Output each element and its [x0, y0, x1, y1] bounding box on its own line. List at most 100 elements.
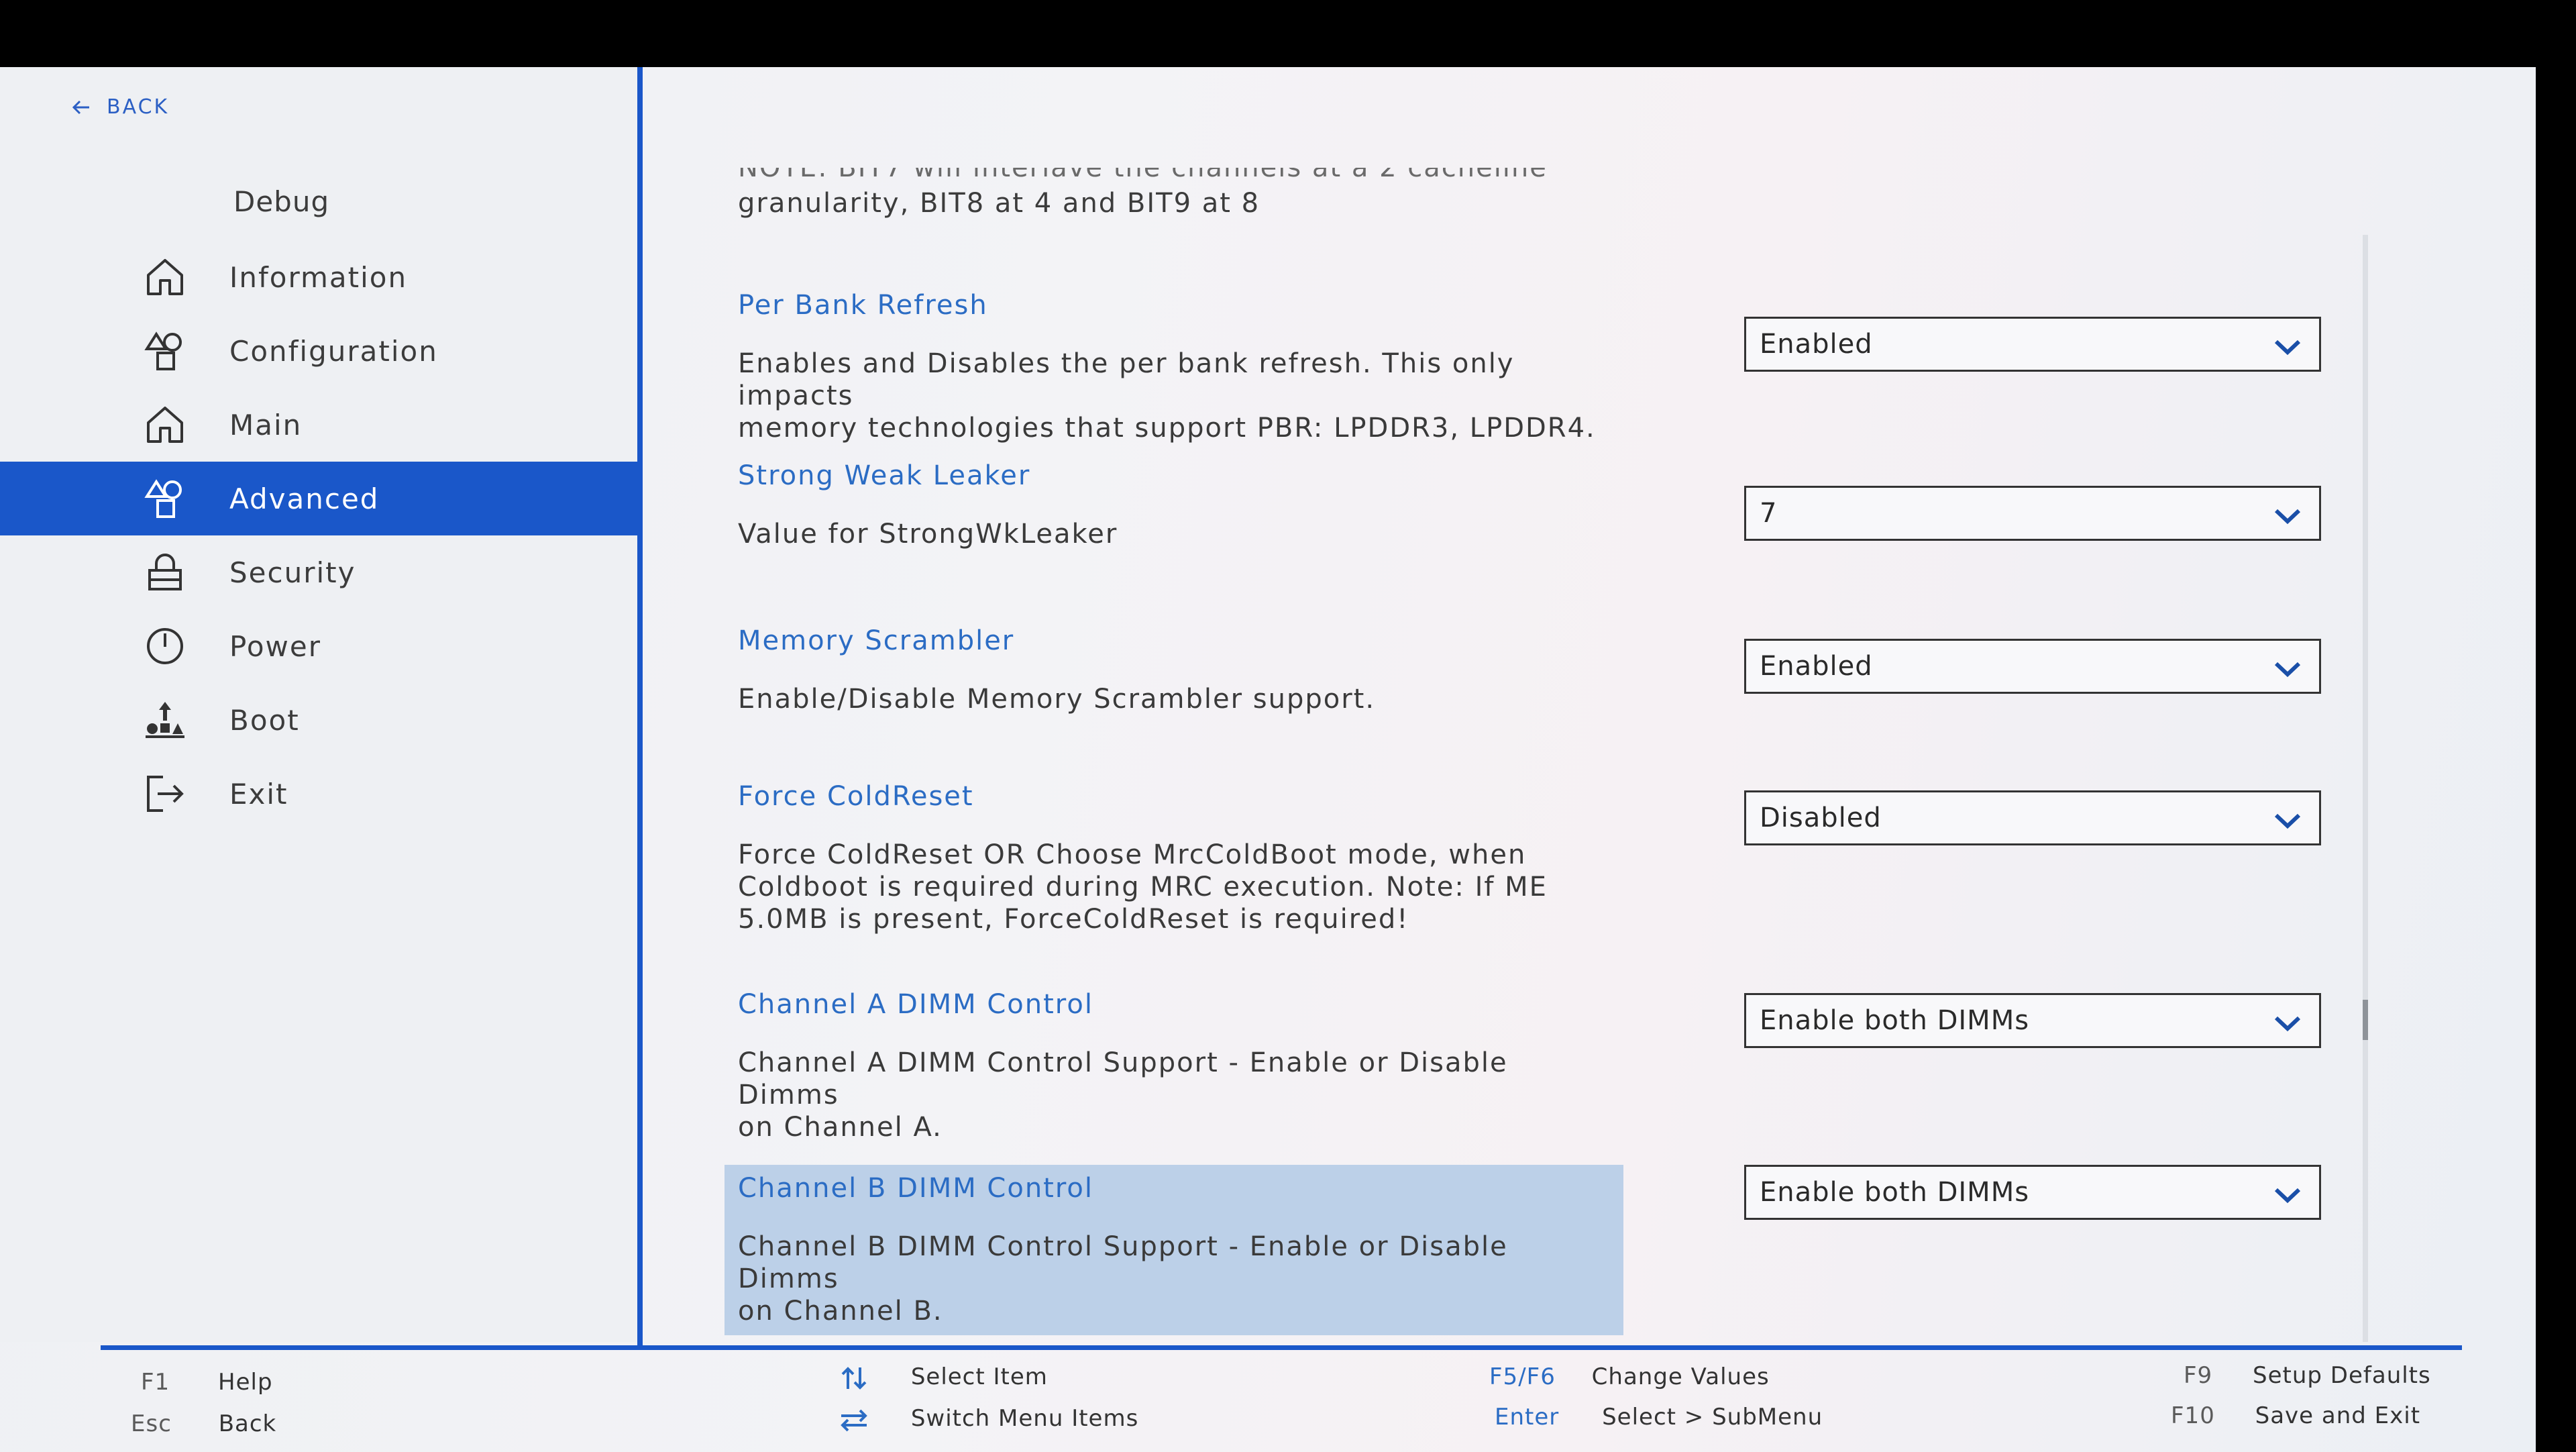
setting-desc-line: Coldboot is required during MRC executio… [738, 872, 1548, 902]
key-label: F1 [141, 1369, 170, 1396]
key-label: F9 [2184, 1362, 2213, 1389]
setting-desc-line: Force ColdReset OR Choose MrcColdBoot mo… [738, 839, 1527, 870]
sidebar-item-security[interactable]: Security [0, 535, 637, 609]
chevron-down-icon [2274, 662, 2301, 678]
channel-a-dimm-dropdown[interactable]: Enable both DIMMs [1744, 993, 2321, 1048]
bios-screen: BACK Debug Information Configuration Mai… [0, 67, 2536, 1452]
memory-scrambler-dropdown[interactable]: Enabled [1744, 639, 2321, 694]
setting-title: Force ColdReset [738, 781, 974, 812]
sidebar-item-label: Exit [229, 777, 288, 811]
submenu-hint: Enter Select > SubMenu [1495, 1404, 1823, 1431]
setup-defaults-hint: F9 Setup Defaults [2184, 1362, 2431, 1389]
scrollbar[interactable] [2363, 235, 2368, 1342]
home-icon [141, 253, 189, 301]
setting-desc-line: Enable/Disable Memory Scrambler support. [738, 684, 1376, 715]
chevron-down-icon [2274, 340, 2301, 356]
sidebar-item-main[interactable]: Main [0, 388, 637, 462]
setting-channel-b-dimm-control[interactable]: Channel B DIMM Control Channel B DIMM Co… [724, 1165, 1623, 1335]
setting-desc-line: Channel A DIMM Control Support - Enable … [738, 1047, 1508, 1110]
setting-memory-scrambler[interactable]: Memory Scrambler Enable/Disable Memory S… [724, 617, 1623, 723]
sidebar-item-information[interactable]: Information [0, 240, 637, 314]
key-action: Change Values [1591, 1363, 1770, 1390]
setting-desc-line: Enables and Disables the per bank refres… [738, 348, 1515, 411]
scrollbar-thumb[interactable] [2363, 1000, 2368, 1040]
key-action: Switch Menu Items [910, 1405, 1139, 1432]
sidebar-item-label: Configuration [229, 334, 438, 368]
change-values-hint: F5/F6 Change Values [1489, 1363, 1770, 1390]
sidebar-item-label: Advanced [229, 482, 380, 515]
sidebar-item-label: Main [229, 408, 303, 442]
settings-panel: NOTE: BIT7 will interlave the channels a… [671, 67, 2455, 1342]
chevron-down-icon [2274, 1188, 2301, 1204]
sidebar-item-label: Boot [229, 703, 300, 737]
key-action: Setup Defaults [2253, 1362, 2431, 1389]
dropdown-value: Enabled [1760, 651, 1873, 682]
back-link[interactable]: BACK [70, 95, 169, 119]
dropdown-value: Enabled [1760, 329, 1873, 360]
sidebar-divider [637, 67, 643, 1345]
key-label: F10 [2171, 1402, 2215, 1429]
arrow-left-right-icon [841, 1409, 867, 1431]
dropdown-value: Enable both DIMMs [1760, 1005, 2030, 1036]
dropdown-value: Enable both DIMMs [1760, 1177, 2030, 1208]
key-action: Save and Exit [2255, 1402, 2421, 1429]
setting-desc-line: 5.0MB is present, ForceColdReset is requ… [738, 904, 1409, 935]
power-icon [141, 622, 189, 670]
setting-title: Strong Weak Leaker [738, 460, 1031, 491]
key-label: F5/F6 [1489, 1363, 1556, 1390]
setting-desc-line: Channel B DIMM Control Support - Enable … [738, 1231, 1508, 1294]
setting-title: Memory Scrambler [738, 625, 1015, 656]
note-text-cut: NOTE: BIT7 will interlave the channels a… [738, 168, 1548, 183]
key-action: Back [218, 1410, 277, 1437]
channel-b-dimm-dropdown[interactable]: Enable both DIMMs [1744, 1165, 2321, 1220]
dropdown-value: 7 [1760, 498, 1778, 529]
sidebar-item-advanced[interactable]: Advanced [0, 462, 637, 535]
setting-title: Channel A DIMM Control [738, 989, 1093, 1020]
exit-icon [141, 770, 189, 818]
setting-title: Per Bank Refresh [738, 290, 988, 321]
chevron-down-icon [2274, 813, 2301, 829]
key-action: Select > SubMenu [1602, 1404, 1823, 1431]
sidebar-item-power[interactable]: Power [0, 609, 637, 683]
sidebar-item-label: Power [229, 629, 321, 663]
switch-menu-hint: Switch Menu Items [839, 1405, 1138, 1433]
help-key-hint: F1 Help [141, 1369, 273, 1396]
setting-force-coldreset[interactable]: Force ColdReset Force ColdReset OR Choos… [724, 773, 1623, 943]
home-icon [141, 401, 189, 449]
setting-desc-line: on Channel B. [738, 1296, 943, 1327]
setting-title: Channel B DIMM Control [738, 1173, 1094, 1204]
per-bank-refresh-dropdown[interactable]: Enabled [1744, 317, 2321, 372]
back-label: BACK [107, 95, 170, 119]
select-item-hint: Select Item [839, 1363, 1048, 1392]
setting-desc-line: Value for StrongWkLeaker [738, 519, 1118, 550]
sidebar-item-boot[interactable]: Boot [0, 683, 637, 757]
setting-per-bank-refresh[interactable]: Per Bank Refresh Enables and Disables th… [724, 282, 1623, 452]
setting-strong-weak-leaker[interactable]: Strong Weak Leaker Value for StrongWkLea… [724, 452, 1623, 558]
sidebar: BACK Debug Information Configuration Mai… [0, 67, 637, 1342]
sidebar-item-debug[interactable]: Debug [233, 185, 329, 218]
shapes-icon [141, 327, 189, 375]
arrow-up-down-icon [841, 1366, 867, 1390]
footer-divider [101, 1345, 2462, 1350]
key-label: Esc [131, 1410, 172, 1437]
dropdown-value: Disabled [1760, 802, 1882, 833]
boot-icon [141, 696, 189, 744]
setting-channel-a-dimm-control[interactable]: Channel A DIMM Control Channel A DIMM Co… [724, 981, 1623, 1151]
arrow-left-icon [72, 100, 89, 114]
setting-desc-line: on Channel A. [738, 1112, 943, 1143]
key-action: Help [218, 1369, 273, 1396]
key-label: Enter [1495, 1404, 1560, 1431]
sidebar-item-label: Security [229, 556, 356, 589]
sidebar-nav: Information Configuration Main Advanced [0, 240, 637, 831]
note-text: granularity, BIT8 at 4 and BIT9 at 8 [738, 188, 1260, 219]
setting-desc-line: memory technologies that support PBR: LP… [738, 413, 1596, 444]
save-exit-hint: F10 Save and Exit [2171, 1402, 2420, 1429]
back-key-hint: Esc Back [131, 1410, 276, 1437]
sidebar-item-configuration[interactable]: Configuration [0, 314, 637, 388]
sidebar-item-exit[interactable]: Exit [0, 757, 637, 831]
strong-weak-leaker-dropdown[interactable]: 7 [1744, 486, 2321, 541]
key-help-footer: F1 Help Esc Back Select Item Switch Menu… [0, 1355, 2536, 1452]
force-coldreset-dropdown[interactable]: Disabled [1744, 790, 2321, 845]
sidebar-item-label: Information [229, 260, 408, 294]
lock-icon [141, 548, 189, 597]
